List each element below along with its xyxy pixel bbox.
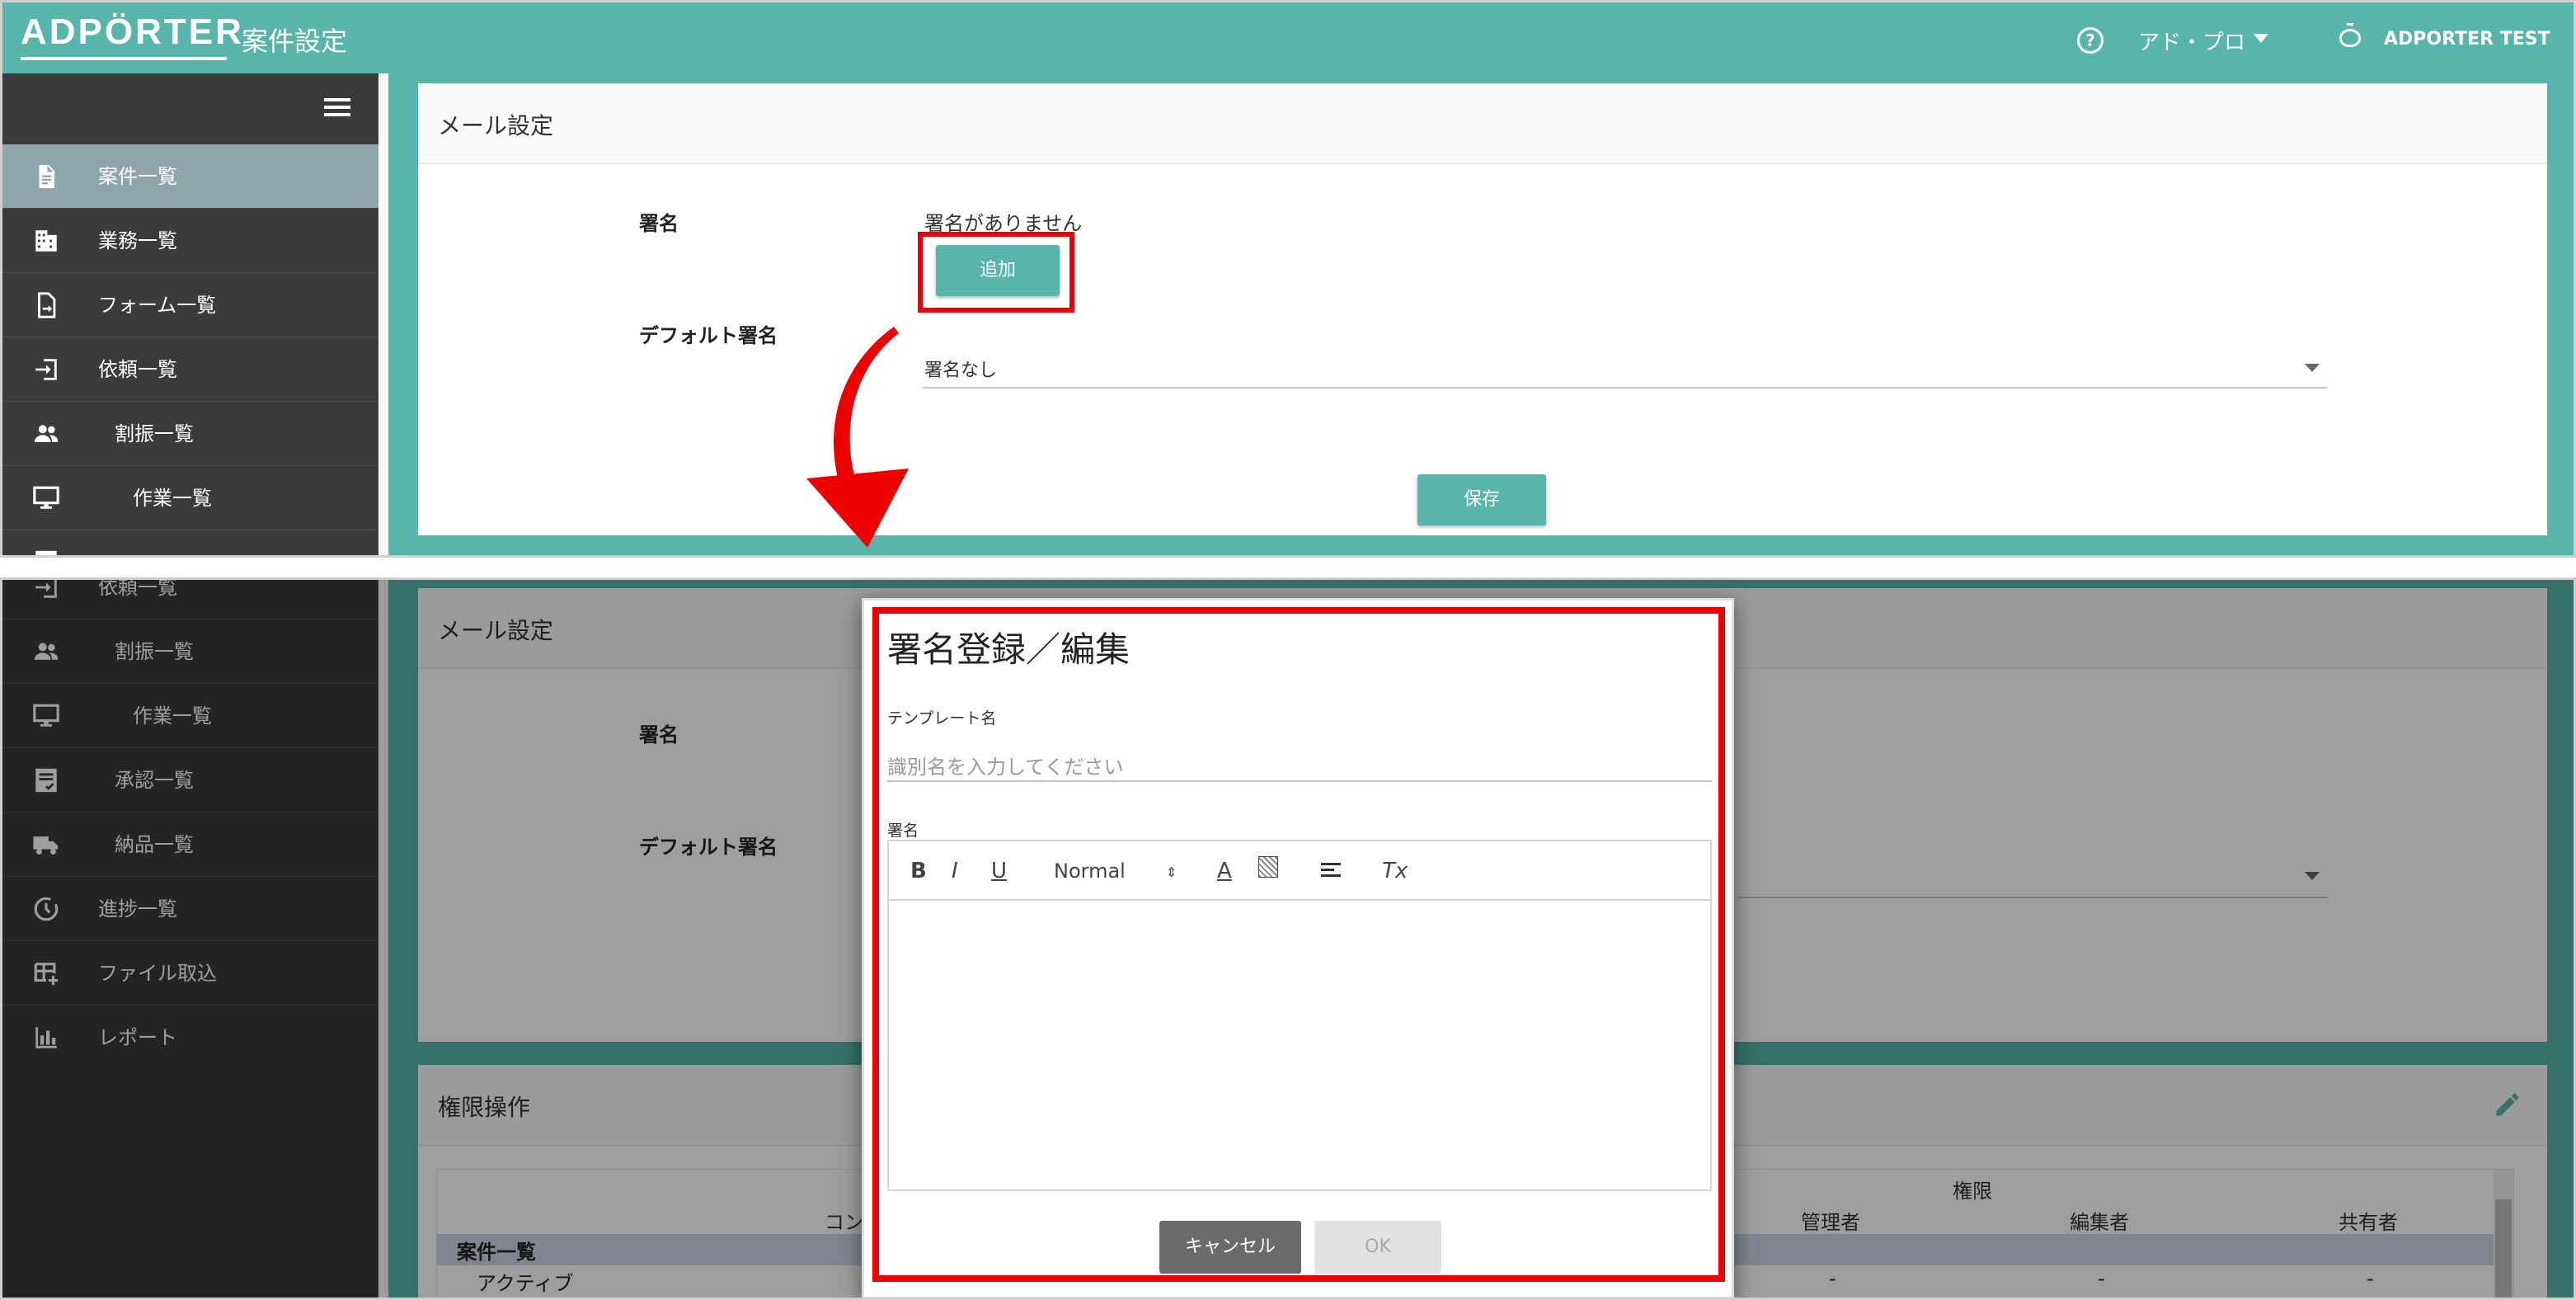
- monitor-icon: [33, 486, 59, 509]
- font-color-button[interactable]: A: [1217, 856, 1232, 886]
- updown-icon[interactable]: ⇕: [1166, 856, 1177, 889]
- sidebar-item-label: 案件一覧: [98, 165, 177, 188]
- page-title: 案件設定: [242, 26, 348, 57]
- background-color-icon[interactable]: [1258, 856, 1278, 886]
- form-file-icon: [38, 292, 56, 318]
- sidebar-item-cut[interactable]: [2, 530, 378, 555]
- signature-dialog: 署名登録／編集 テンプレート名 識別名を入力してください 署名 B I U No…: [862, 598, 1734, 1298]
- card-title: メール設定: [438, 112, 554, 139]
- building-icon: [35, 230, 57, 252]
- sidebar-scrollbar[interactable]: [378, 73, 388, 555]
- screen-before: ADPÖRTER 案件設定 ? アド・プロ ADPORTER TEST 案件一覧…: [0, 0, 2576, 558]
- screen-after: 依頼一覧 割振一覧 作業一覧 承認一覧 納品一覧 進捗一覧 ファイル取込 レポー…: [0, 577, 2576, 1300]
- signature-label: 署名: [639, 212, 679, 235]
- curved-arrow-icon: [806, 327, 909, 548]
- app-logo[interactable]: ADPÖRTER: [21, 14, 244, 50]
- align-icon[interactable]: [1321, 856, 1341, 877]
- save-button[interactable]: 保存: [1417, 474, 1546, 525]
- cancel-button[interactable]: キャンセル: [1159, 1221, 1301, 1274]
- sidebar-item-requests[interactable]: 依頼一覧: [2, 337, 378, 402]
- menu-icon[interactable]: [324, 98, 350, 116]
- org-switcher[interactable]: アド・プロ: [2138, 26, 2245, 56]
- editor-toolbar: B I U Normal ⇕ A Tx: [889, 841, 1710, 901]
- chevron-down-icon[interactable]: [2254, 34, 2268, 43]
- template-name-input[interactable]: 識別名を入力してください: [887, 746, 1712, 782]
- user-icon[interactable]: [2339, 23, 2361, 47]
- mail-settings-card: メール設定 署名 署名がありません 追加 デフォルト署名 署名なし 保存: [418, 83, 2547, 535]
- sidebar-item-label: 作業一覧: [133, 487, 212, 510]
- app-header: ADPÖRTER 案件設定 ? アド・プロ ADPORTER TEST: [2, 2, 2574, 73]
- signature-field-label: 署名: [887, 822, 919, 840]
- sidebar-item-tasks[interactable]: 業務一覧: [2, 209, 378, 273]
- sidebar-item-label: 依頼一覧: [98, 358, 177, 381]
- chevron-down-icon[interactable]: [2305, 364, 2320, 372]
- sidebar: 案件一覧 業務一覧 フォーム一覧 依頼一覧 割振一覧 作業一覧: [2, 73, 378, 555]
- ok-button[interactable]: OK: [1314, 1221, 1441, 1274]
- signature-editor: B I U Normal ⇕ A Tx: [887, 840, 1712, 1191]
- question-circle-icon[interactable]: ?: [2077, 27, 2104, 54]
- underline-button[interactable]: U: [991, 856, 1007, 886]
- sidebar-item-projects[interactable]: 案件一覧: [2, 144, 378, 209]
- italic-button[interactable]: I: [952, 856, 958, 886]
- default-signature-select[interactable]: 署名なし: [923, 346, 2328, 389]
- bold-button[interactable]: B: [910, 856, 927, 886]
- document-icon: [39, 164, 54, 189]
- card-header: メール設定: [418, 83, 2547, 164]
- sidebar-item-label: 業務一覧: [98, 229, 177, 252]
- dialog-title: 署名登録／編集: [887, 629, 1131, 670]
- user-name[interactable]: ADPORTER TEST: [2384, 29, 2550, 49]
- default-signature-label: デフォルト署名: [639, 324, 778, 347]
- logo-underline: [21, 57, 227, 60]
- add-signature-button[interactable]: 追加: [936, 245, 1060, 296]
- sidebar-item-label: フォーム一覧: [98, 294, 217, 317]
- editor-content-area[interactable]: [889, 901, 1710, 1189]
- font-size-select[interactable]: Normal: [1054, 856, 1126, 886]
- sidebar-item-label: 割振一覧: [115, 422, 194, 445]
- sidebar-item-assignments[interactable]: 割振一覧: [2, 402, 378, 466]
- approval-icon: [35, 550, 57, 555]
- sidebar-item-work[interactable]: 作業一覧: [2, 466, 378, 530]
- template-name-label: テンプレート名: [887, 709, 997, 728]
- people-icon: [34, 425, 59, 442]
- sidebar-item-forms[interactable]: フォーム一覧: [2, 273, 378, 337]
- login-arrow-icon: [35, 359, 57, 380]
- clear-format-button[interactable]: Tx: [1382, 856, 1408, 886]
